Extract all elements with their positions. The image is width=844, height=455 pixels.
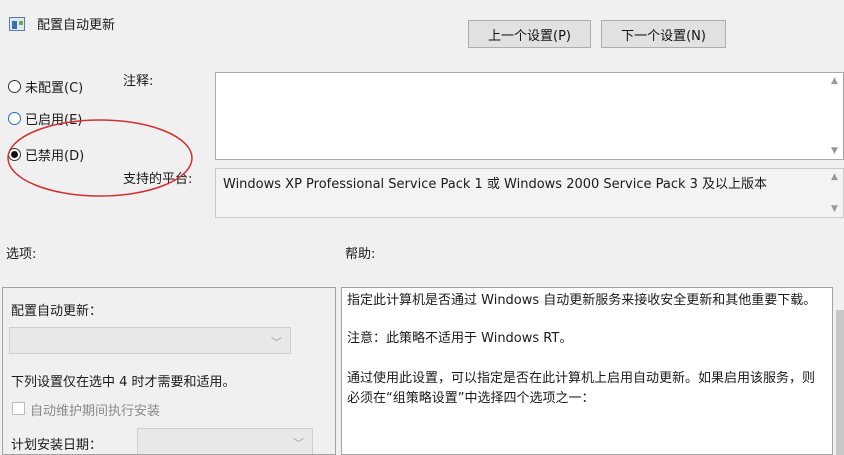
scroll-up-icon[interactable]: ▲ — [831, 76, 838, 86]
radio-enabled-circle[interactable] — [8, 111, 21, 125]
help-paragraph: 指定此计算机是否通过 Windows 自动更新服务来接收安全更新和其他重要下载。 — [347, 293, 817, 308]
platform-label: 支持的平台: — [123, 172, 193, 187]
maintenance-checkbox[interactable] — [12, 402, 25, 415]
help-scrollbar[interactable] — [836, 310, 844, 455]
platform-field: Windows XP Professional Service Pack 1 或… — [215, 168, 844, 218]
schedule-day-dropdown[interactable]: ﹀ — [137, 428, 313, 454]
help-pane: 指定此计算机是否通过 Windows 自动更新服务来接收安全更新和其他重要下载。… — [341, 287, 833, 455]
help-paragraph: 注意：此策略不适用于 Windows RT。 — [347, 331, 573, 346]
options-heading: 选项: — [6, 247, 37, 262]
radio-not-configured-label: 未配置(C) — [25, 80, 84, 96]
platform-scrollbar[interactable]: ▲ ▼ — [827, 169, 843, 217]
radio-enabled-label: 已启用(E) — [25, 112, 83, 128]
schedule-note: 下列设置仅在选中 4 时才需要和适用。 — [11, 375, 236, 390]
radio-disabled-circle[interactable] — [8, 147, 21, 161]
radio-not-configured-circle[interactable] — [8, 79, 21, 93]
page-title: 配置自动更新 — [37, 18, 116, 33]
comment-scrollbar[interactable]: ▲ ▼ — [827, 73, 843, 159]
scroll-up-icon[interactable]: ▲ — [831, 172, 838, 182]
help-heading: 帮助: — [345, 247, 376, 262]
options-pane: 配置自动更新： ﹀ 下列设置仅在选中 4 时才需要和适用。 自动维护期间执行安装… — [2, 287, 336, 455]
prev-setting-button[interactable]: 上一个设置(P) — [468, 20, 591, 48]
help-paragraph: 通过使用此设置，可以指定是否在此计算机上启用自动更新。如果启用该服务，则必须在“… — [347, 371, 816, 406]
platform-value: Windows XP Professional Service Pack 1 或… — [223, 177, 768, 192]
schedule-day-label: 计划安装日期： — [11, 438, 103, 453]
chevron-down-icon: ﹀ — [271, 336, 282, 349]
radio-not-configured[interactable]: 未配置(C) — [8, 76, 83, 96]
maintenance-checkbox-label: 自动维护期间执行安装 — [30, 404, 161, 419]
next-setting-button[interactable]: 下一个设置(N) — [601, 20, 726, 48]
radio-disabled-label: 已禁用(D) — [25, 148, 85, 164]
policy-icon — [9, 17, 25, 31]
scroll-down-icon[interactable]: ▼ — [831, 204, 838, 214]
configure-label: 配置自动更新： — [11, 304, 103, 319]
radio-disabled[interactable]: 已禁用(D) — [8, 144, 84, 164]
radio-enabled[interactable]: 已启用(E) — [8, 108, 82, 128]
comment-label: 注释: — [123, 74, 154, 89]
comment-textarea[interactable]: ▲ ▼ — [215, 72, 844, 160]
scroll-down-icon[interactable]: ▼ — [831, 146, 838, 156]
configure-dropdown[interactable]: ﹀ — [9, 327, 291, 354]
chevron-down-icon: ﹀ — [293, 437, 304, 450]
